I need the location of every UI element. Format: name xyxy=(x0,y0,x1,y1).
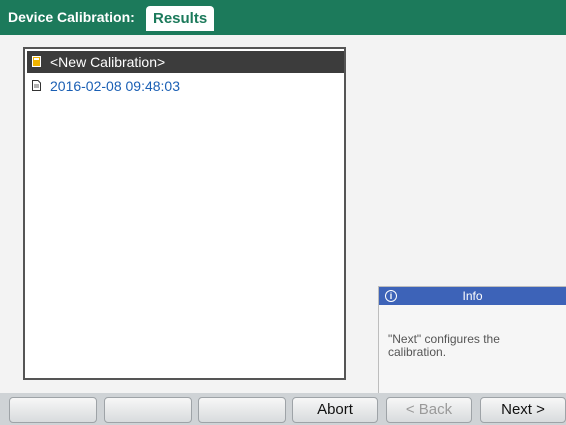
next-button[interactable]: Next > xyxy=(480,397,566,423)
new-calibration-icon xyxy=(32,56,41,67)
list-item-new-calibration[interactable]: <New Calibration> xyxy=(27,51,344,73)
button-bar: Abort < Back Next > xyxy=(0,393,566,425)
abort-button[interactable]: Abort xyxy=(292,397,378,423)
calibration-list[interactable]: <New Calibration> 2016-02-08 09:48:03 xyxy=(23,47,346,380)
back-button[interactable]: < Back xyxy=(386,397,472,423)
document-icon xyxy=(32,80,41,91)
info-text: "Next" configures the calibration. xyxy=(388,332,500,359)
info-panel: i Info "Next" configures the calibration… xyxy=(378,286,566,393)
main-area: <New Calibration> 2016-02-08 09:48:03 i … xyxy=(0,35,566,393)
page-title: Device Calibration: xyxy=(8,9,135,25)
softkey-2-button[interactable] xyxy=(104,397,192,423)
title-bar: Device Calibration: Results xyxy=(0,0,566,35)
list-item-calibration-result[interactable]: 2016-02-08 09:48:03 xyxy=(27,75,344,97)
list-item-label: <New Calibration> xyxy=(50,54,166,70)
tab-results[interactable]: Results xyxy=(146,6,215,31)
softkey-3-button[interactable] xyxy=(198,397,286,423)
list-item-label: 2016-02-08 09:48:03 xyxy=(50,78,180,94)
info-title: Info xyxy=(462,289,483,303)
softkey-1-button[interactable] xyxy=(9,397,97,423)
info-header: i Info xyxy=(379,287,566,305)
